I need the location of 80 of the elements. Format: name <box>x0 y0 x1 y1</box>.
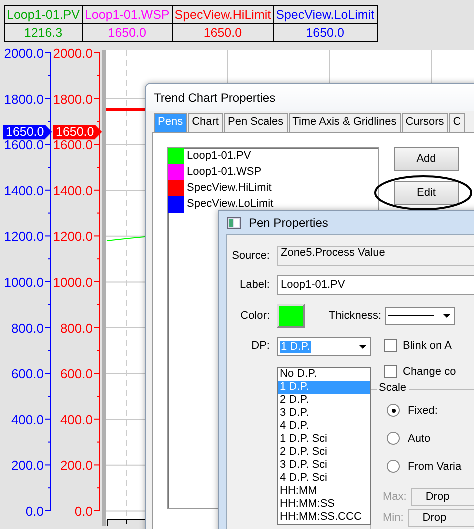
pen-list-item[interactable]: Loop1-01.WSP <box>168 164 378 180</box>
time-axis-ticks <box>108 520 146 526</box>
radio-option[interactable]: Fixed: <box>387 404 474 417</box>
field-label: DP: <box>250 339 270 354</box>
dropdown-option[interactable]: No D.P. <box>278 368 370 381</box>
axis-label: 2000.0 <box>53 46 93 61</box>
pen-name-cell: SpecView.HiLimit <box>172 6 274 24</box>
axis-label: 1400.0 <box>4 183 44 198</box>
axis-label: 0.0 <box>26 504 44 519</box>
max-field: Drop <box>410 488 474 506</box>
field-label: Max: <box>383 491 407 503</box>
min-field: Drop <box>408 509 474 527</box>
axis-label: 400.0 <box>11 412 44 428</box>
tab[interactable]: Chart <box>188 113 223 132</box>
pen-name-cell: Loop1-01.PV <box>4 6 82 24</box>
radio-option[interactable]: Auto <box>387 432 474 445</box>
checkbox[interactable]: Blink on A <box>384 339 474 352</box>
axis-label: 0.0 <box>74 504 93 519</box>
tab[interactable]: Time Axis & Gridlines <box>288 113 401 132</box>
dropdown-option[interactable]: HH:MM:SS <box>278 498 370 511</box>
tab[interactable]: Cursors <box>402 113 448 132</box>
axis-label: 1600.0 <box>53 138 93 153</box>
dropdown-option[interactable]: 2 D.P. Sci <box>278 446 370 459</box>
pen-value-cell: 1650.0 <box>274 24 378 42</box>
pen-list-item[interactable]: SpecView.LoLimit <box>168 196 378 212</box>
pen-value-cell: 1650.0 <box>82 24 172 42</box>
thickness-dropdown[interactable] <box>384 307 455 325</box>
source-field: Zone5.Process Value <box>277 246 474 266</box>
window-title: Trend Chart Properties <box>154 90 276 104</box>
dialog-button[interactable]: Edit <box>394 181 459 205</box>
value-tag: 1650.0 <box>53 124 102 140</box>
pen-value-cell: 1216.3 <box>4 24 82 42</box>
trend-line <box>106 108 146 112</box>
axis-label: 200.0 <box>60 458 93 474</box>
pen-list-item[interactable]: SpecView.HiLimit <box>168 180 378 196</box>
axis-label: 1000.0 <box>4 275 44 290</box>
field-label: Label: <box>239 279 270 291</box>
dropdown-option[interactable]: HH:MM:SS.CCC <box>278 511 370 524</box>
axis-label: 1000.0 <box>53 275 93 290</box>
axis-label: 200.0 <box>11 458 44 474</box>
checkbox[interactable]: Change co <box>384 365 474 378</box>
axis-label: 1200.0 <box>53 229 93 244</box>
label-field[interactable]: Loop1-01.PV <box>277 275 474 295</box>
pen-name-cell: Loop1-01.WSP <box>82 6 172 24</box>
axis-label: 2000.0 <box>4 46 44 61</box>
group-title: Scale <box>377 382 409 394</box>
dropdown-option[interactable]: 4 D.P. Sci <box>278 472 370 485</box>
tab[interactable]: Pen Scales <box>224 113 288 132</box>
pen-name-cell: SpecView.LoLimit <box>274 6 378 24</box>
axis-label: 600.0 <box>11 366 44 382</box>
tab[interactable]: C <box>449 113 466 132</box>
radio-option[interactable]: From Varia <box>387 460 474 473</box>
dropdown-option[interactable]: HH:MM <box>278 485 370 498</box>
dropdown-option[interactable]: 2 D.P. <box>278 394 370 407</box>
field-label: Color: <box>240 310 270 322</box>
axis-label: 1400.0 <box>53 183 93 198</box>
line-style-icon <box>386 314 436 318</box>
axis-label: 800.0 <box>11 320 44 336</box>
window-title: Pen Properties <box>249 216 328 230</box>
value-tag: 1650.0 <box>3 124 52 140</box>
dropdown-option[interactable]: 4 D.P. <box>278 420 370 433</box>
pen-list-item[interactable]: Loop1-01.PV <box>168 148 378 164</box>
color-picker-button[interactable] <box>277 304 305 328</box>
axis-label: 1800.0 <box>53 92 93 107</box>
field-label: Min: <box>383 512 404 524</box>
axis-label: 800.0 <box>60 320 93 336</box>
axis-label: 400.0 <box>60 412 93 428</box>
axis-label: 600.0 <box>60 366 93 382</box>
window-icon <box>227 216 241 228</box>
trend-line <box>106 236 146 242</box>
dropdown-option[interactable]: 3 D.P. <box>278 407 370 420</box>
field-label: Thickness: <box>329 310 382 322</box>
dropdown-option[interactable]: 1 D.P. Sci <box>278 433 370 446</box>
axis-label: 1200.0 <box>4 229 44 244</box>
axis-label: 1800.0 <box>4 92 44 107</box>
pen-value-cell: 1650.0 <box>172 24 274 42</box>
axis-label: 1600.0 <box>4 138 44 153</box>
dropdown-option[interactable]: 3 D.P. Sci <box>278 459 370 472</box>
field-label: Source: <box>231 250 270 262</box>
dialog-button[interactable]: Add <box>394 147 459 171</box>
